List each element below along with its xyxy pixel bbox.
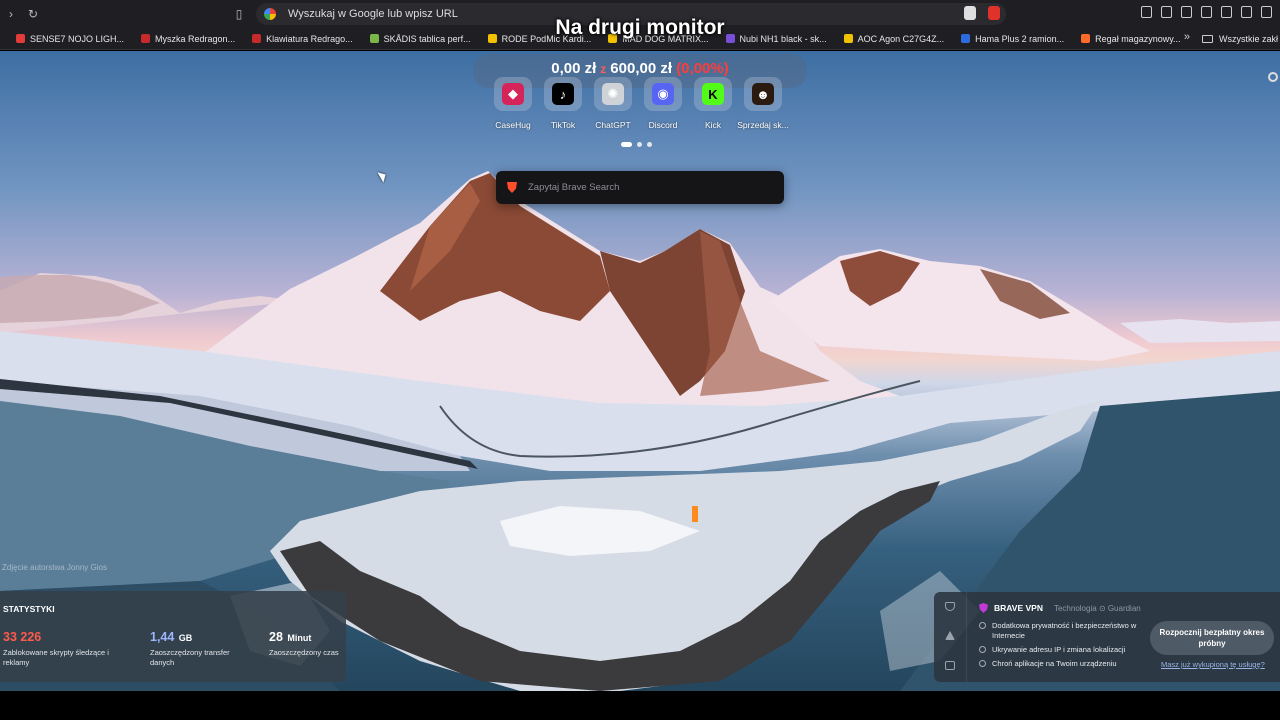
stat-description: Zaoszczędzony czas	[269, 648, 339, 657]
stat-time: 28 Minut Zaoszczędzony czas	[269, 628, 339, 658]
check-icon	[979, 646, 986, 653]
list-item: Ukrywanie adresu IP i zmiana lokalizacji	[979, 645, 1154, 655]
video-overlay-title: Na drugi monitor	[555, 16, 725, 39]
top-site-label: Discord	[648, 120, 678, 130]
top-site-tile-bg: ◆	[494, 77, 532, 111]
top-site-tile-bg: ♪	[544, 77, 582, 111]
kick-icon: K	[702, 83, 724, 105]
balance-separator: z	[600, 62, 607, 76]
chatgpt-icon: ✺	[602, 83, 624, 105]
sprzedaj-icon: ☻	[752, 83, 774, 105]
page-dot-3[interactable]	[647, 142, 652, 147]
balance-current: 0,00 zł	[551, 60, 597, 77]
top-site-label: Kick	[704, 120, 722, 130]
top-site-tile[interactable]: ☻ Sprzedaj sk...	[737, 77, 789, 130]
shield-icon[interactable]	[945, 602, 955, 611]
list-item: Chroń aplikacje na Twoim urządzeniu	[979, 659, 1154, 669]
brave-lion-icon	[507, 182, 517, 193]
balance-percent: (0,00%)	[676, 60, 729, 77]
stats-heading: STATYSTYKI	[3, 604, 55, 614]
page-dot-1[interactable]	[621, 142, 632, 147]
top-site-tile-bg: K	[694, 77, 732, 111]
casehug-icon: ◆	[502, 83, 524, 105]
stat-description: Zablokowane skrypty śledzące i reklamy	[3, 648, 109, 667]
top-sites: ◆ CaseHug ♪ TikTok ✺ ChatGPT ◉ Discord K Kick ☻ Spr…	[493, 77, 789, 130]
photo-credit[interactable]: Zdjęcie autorstwa Jonny Gios	[2, 563, 107, 572]
letterbox-bottom	[0, 691, 1280, 720]
list-item: Dodatkowa prywatność i bezpieczeństwo w …	[979, 621, 1154, 641]
feature-text: Chroń aplikacje na Twoim urządzeniu	[992, 659, 1117, 668]
search-placeholder: Zapytaj Brave Search	[528, 182, 620, 193]
vpn-header: BRAVE VPN Technologia ⊙ Guardian	[979, 603, 1141, 613]
top-site-label: TikTok	[550, 120, 576, 130]
stats-widget: STATYSTYKI 33 226 Zablokowane skrypty śl…	[0, 591, 346, 682]
stat-unit: Minut	[287, 633, 312, 643]
top-site-tile[interactable]: ♪ TikTok	[543, 77, 583, 130]
top-site-tile-bg: ◉	[644, 77, 682, 111]
stat-bandwidth: 1,44 GB Zaoszczędzony transfer danych	[150, 628, 245, 668]
top-site-label: Sprzedaj sk...	[737, 120, 789, 130]
brave-search-box[interactable]: Zapytaj Brave Search	[496, 171, 784, 204]
top-site-tile[interactable]: K Kick	[693, 77, 733, 130]
balance-goal: 600,00 zł	[610, 60, 673, 77]
start-trial-button[interactable]: Rozpocznij bezpłatny okres próbny	[1150, 621, 1274, 655]
warning-icon[interactable]	[945, 631, 955, 640]
settings-gear-icon[interactable]	[1268, 72, 1278, 82]
stat-value: 33 226	[3, 630, 42, 644]
vpn-widget: BRAVE VPN Technologia ⊙ Guardian Dodatko…	[934, 592, 1280, 682]
vpn-tech-label: Technologia ⊙ Guardian	[1053, 603, 1141, 613]
top-sites-pager	[621, 142, 652, 147]
discord-icon: ◉	[652, 83, 674, 105]
stat-value: 28	[269, 630, 283, 644]
top-site-label: ChatGPT	[595, 120, 631, 130]
check-icon	[979, 622, 986, 629]
vpn-shield-icon	[979, 603, 988, 613]
card-icon[interactable]	[945, 661, 955, 670]
top-site-label: CaseHug	[495, 120, 531, 130]
page-dot-2[interactable]	[637, 142, 642, 147]
top-site-tile-bg: ✺	[594, 77, 632, 111]
top-site-tile[interactable]: ◆ CaseHug	[493, 77, 533, 130]
widget-switcher	[934, 592, 967, 682]
stat-description: Zaoszczędzony transfer danych	[150, 648, 230, 667]
stat-unit: GB	[178, 633, 193, 643]
check-icon	[979, 660, 986, 667]
tiktok-icon: ♪	[552, 83, 574, 105]
stat-blocked: 33 226 Zablokowane skrypty śledzące i re…	[3, 628, 123, 668]
top-site-tile[interactable]: ✺ ChatGPT	[593, 77, 633, 130]
stat-value: 1,44	[150, 630, 175, 644]
already-purchased-link[interactable]: Masz już wykupioną tę usługę?	[1161, 660, 1265, 669]
feature-text: Ukrywanie adresu IP i zmiana lokalizacji	[992, 645, 1126, 654]
top-site-tile[interactable]: ◉ Discord	[643, 77, 683, 130]
vpn-title: BRAVE VPN	[994, 603, 1043, 613]
top-site-tile-bg: ☻	[744, 77, 782, 111]
vpn-feature-list: Dodatkowa prywatność i bezpieczeństwo w …	[979, 621, 1154, 673]
feature-text: Dodatkowa prywatność i bezpieczeństwo w …	[992, 621, 1137, 640]
